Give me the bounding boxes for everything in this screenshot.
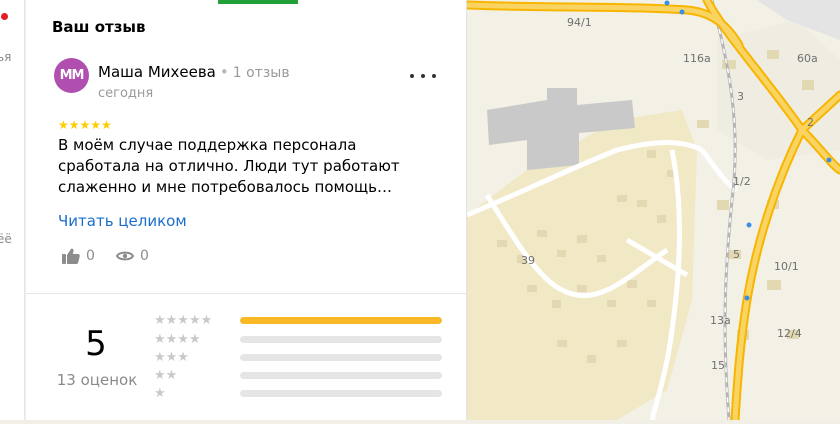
distribution-bar-fill — [240, 316, 442, 324]
review-text: В моём случае поддержка персонала сработ… — [58, 136, 400, 196]
distribution-bar — [240, 316, 442, 324]
review-date: сегодня — [98, 86, 154, 101]
section-title: Ваш отзыв — [52, 18, 146, 36]
average-rating: 5 — [85, 324, 107, 364]
author-name[interactable]: Маша Михеева — [98, 63, 216, 81]
panel-fragment-text: ья — [0, 50, 12, 64]
star-row-icons: ★★ — [154, 367, 178, 383]
section-divider — [26, 293, 466, 294]
separator-dot: • — [219, 63, 229, 81]
like-button[interactable]: 0 — [62, 248, 95, 264]
more-dots-icon — [410, 74, 414, 78]
distribution-bar — [240, 389, 442, 397]
read-full-review-link[interactable]: Читать целиком — [58, 212, 187, 230]
distribution-row-4: ★★★★ — [154, 331, 444, 347]
previous-panel-edge: ья ёё — [0, 0, 25, 420]
star-row-icons: ★★★ — [154, 349, 189, 365]
map-label: 39 — [521, 254, 535, 267]
panel-fragment-text: ёё — [0, 232, 12, 246]
map-label: 1/2 — [733, 175, 751, 188]
more-dots-icon — [421, 74, 425, 78]
map-label: 60а — [797, 52, 818, 65]
map-canvas[interactable]: 94/1 116а 60а 3 2 1/2 39 5 10/1 13а 12/4… — [462, 0, 840, 424]
map-label: 94/1 — [567, 16, 592, 29]
like-count: 0 — [86, 248, 95, 264]
rating-count: 13 оценок — [56, 371, 138, 389]
map-label: 12/4 — [777, 327, 802, 340]
map-view[interactable]: 94/1 116а 60а 3 2 1/2 39 5 10/1 13а 12/4… — [462, 0, 840, 424]
distribution-bar — [240, 353, 442, 361]
star-row-icons: ★ — [154, 385, 166, 401]
eye-icon — [116, 251, 134, 261]
review-star-rating: ★★★★★ — [58, 118, 112, 132]
map-label: 3 — [737, 90, 744, 103]
map-label: 2 — [807, 116, 814, 129]
map-label: 15 — [711, 359, 725, 372]
active-tab-indicator — [218, 0, 298, 4]
review-panel: Ваш отзыв ММ Маша Михеева • 1 отзыв сегодн… — [26, 0, 467, 420]
map-label: 10/1 — [774, 260, 799, 273]
distribution-row-5: ★★★★★ — [154, 312, 444, 328]
distribution-row-3: ★★★ — [154, 349, 444, 365]
distribution-bar — [240, 335, 442, 343]
thumbs-up-icon — [62, 248, 80, 264]
author-review-count: 1 отзыв — [232, 65, 290, 81]
avatar[interactable]: ММ — [54, 58, 89, 93]
distribution-bar — [240, 371, 442, 379]
status-dot — [1, 13, 8, 20]
map-label: 5 — [733, 248, 740, 261]
distribution-row-2: ★★ — [154, 367, 444, 383]
star-row-icons: ★★★★ — [154, 331, 201, 347]
more-options-button[interactable] — [410, 66, 436, 86]
more-dots-icon — [432, 74, 436, 78]
views-count: 0 — [140, 248, 149, 264]
distribution-row-1: ★ — [154, 385, 444, 401]
map-label: 13а — [710, 314, 731, 327]
star-row-icons: ★★★★★ — [154, 312, 213, 328]
views-counter: 0 — [116, 248, 149, 264]
map-label: 116а — [683, 52, 711, 65]
author-line: Маша Михеева • 1 отзыв — [98, 63, 290, 81]
